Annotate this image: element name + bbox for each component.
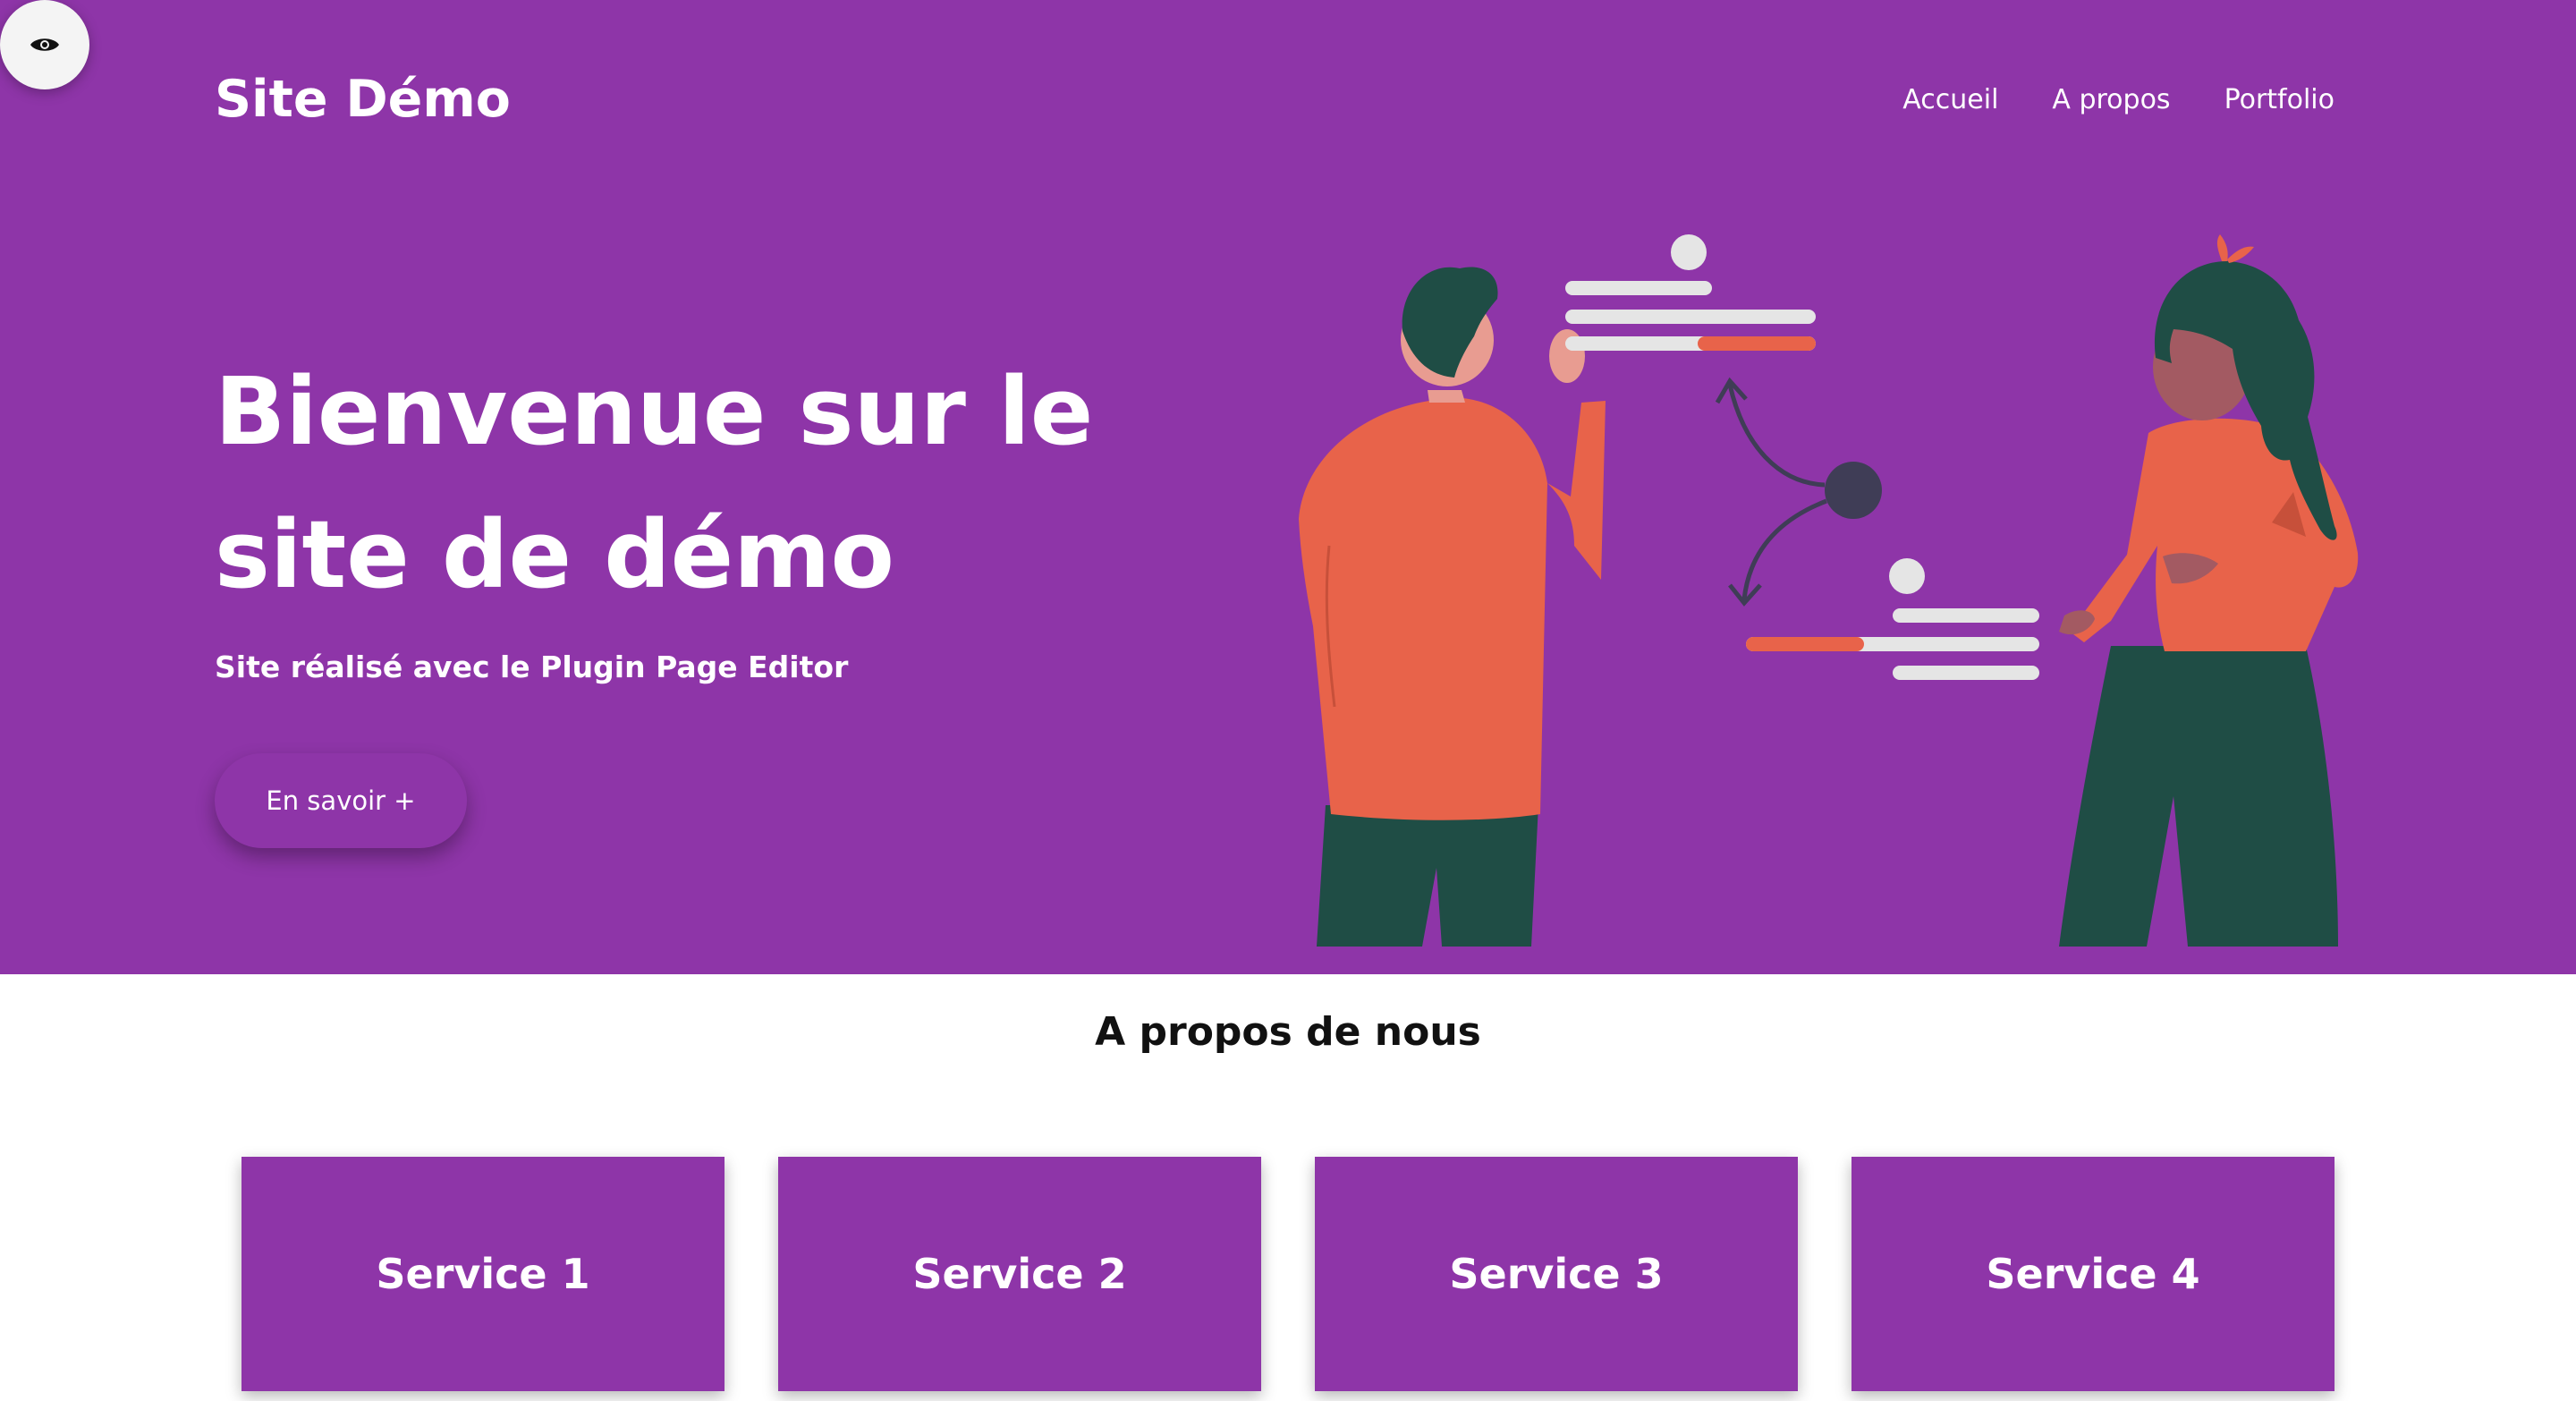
service-card-2[interactable]: Service 2: [778, 1157, 1261, 1391]
hero-section: Site Démo Accueil A propos Portfolio Bie…: [0, 0, 2576, 974]
learn-more-button[interactable]: En savoir +: [215, 753, 467, 848]
services-grid: Service 1 Service 2 Service 3 Service 4: [242, 1157, 2334, 1391]
service-card-3[interactable]: Service 3: [1315, 1157, 1798, 1391]
main-nav: Accueil A propos Portfolio: [1902, 84, 2334, 115]
man-figure: [1299, 267, 1606, 947]
hero-subtitle: Site réalisé avec le Plugin Page Editor: [215, 650, 849, 684]
connector-graphic: [1715, 377, 1882, 607]
service-card-1[interactable]: Service 1: [242, 1157, 724, 1391]
about-section-title: A propos de nous: [1095, 1009, 1481, 1055]
eye-icon: [30, 38, 59, 51]
woman-figure: [2059, 234, 2359, 947]
nav-link-a-propos[interactable]: A propos: [2052, 84, 2170, 115]
bottom-list-graphic: [1746, 558, 2039, 680]
preview-toggle-button[interactable]: [0, 0, 89, 89]
top-list-graphic: [1565, 234, 1816, 351]
hero-illustration: [1299, 234, 2359, 947]
site-logo[interactable]: Site Démo: [215, 70, 511, 129]
hero-title: Bienvenue sur le site de démo: [215, 357, 1094, 609]
nav-link-accueil[interactable]: Accueil: [1902, 84, 1998, 115]
service-card-4[interactable]: Service 4: [1852, 1157, 2334, 1391]
nav-link-portfolio[interactable]: Portfolio: [2224, 84, 2334, 115]
